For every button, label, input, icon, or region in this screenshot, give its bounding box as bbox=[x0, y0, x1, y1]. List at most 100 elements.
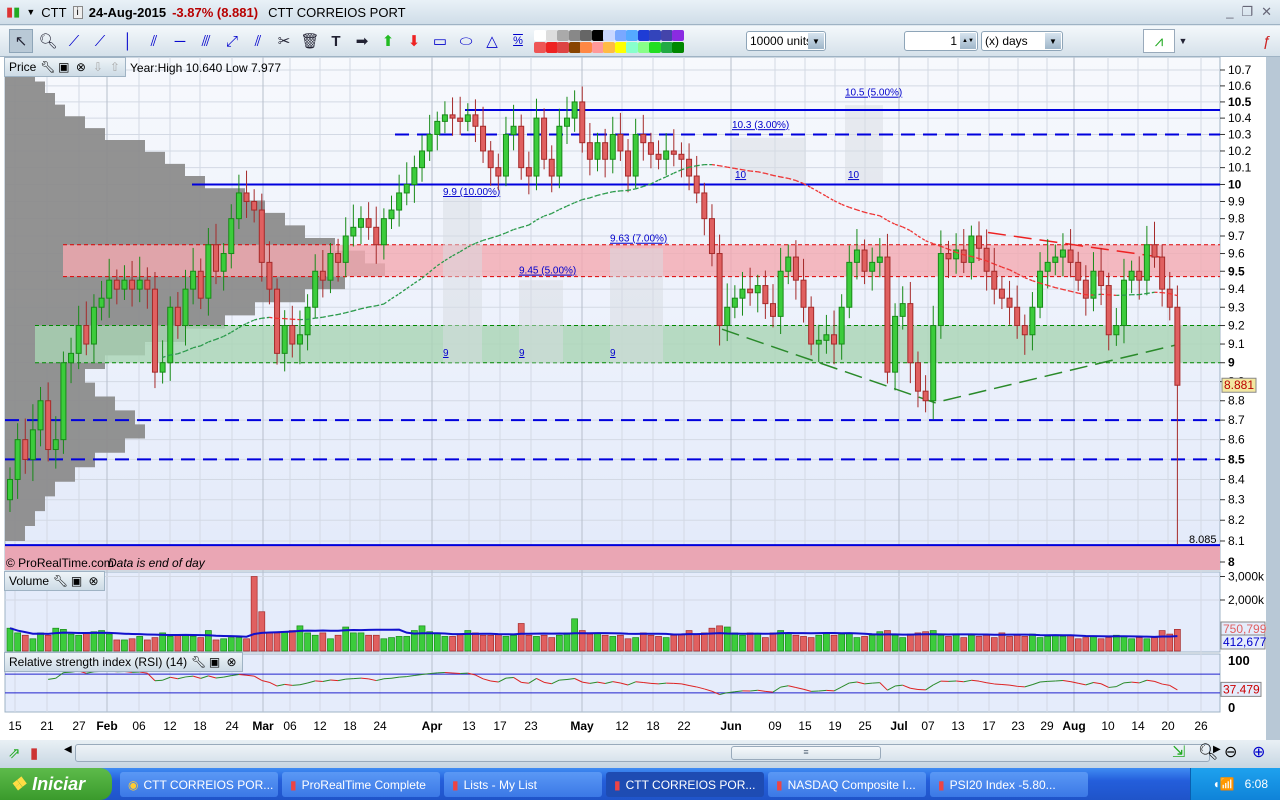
color-swatch[interactable] bbox=[545, 30, 558, 41]
color-swatch[interactable] bbox=[591, 42, 604, 53]
candlestick-icon[interactable]: ▮▮ bbox=[6, 4, 20, 20]
time-tick-label: 14 bbox=[1131, 719, 1145, 733]
color-swatch[interactable] bbox=[649, 42, 661, 53]
color-swatch[interactable] bbox=[672, 30, 684, 41]
color-swatch[interactable] bbox=[660, 42, 673, 53]
close-panel-icon[interactable]: ⊗ bbox=[87, 574, 100, 588]
symbol-label[interactable]: CTT bbox=[41, 5, 66, 20]
arrow-right-icon[interactable]: ➡ bbox=[350, 29, 374, 53]
taskbar-item[interactable]: ▮ NASDAQ Composite I... bbox=[768, 772, 926, 797]
arrow-up-icon[interactable]: ⬆ bbox=[376, 29, 400, 53]
color-swatch[interactable] bbox=[603, 30, 615, 41]
percent-tool-icon[interactable]: % bbox=[506, 29, 530, 53]
color-swatch[interactable] bbox=[568, 30, 581, 41]
color-swatch[interactable] bbox=[626, 42, 638, 53]
chevron-down-icon[interactable]: ▼ bbox=[1045, 33, 1061, 49]
color-swatch[interactable] bbox=[557, 30, 569, 41]
color-swatch[interactable] bbox=[534, 30, 546, 41]
fan-tool-icon[interactable]: ⫻ bbox=[194, 29, 218, 53]
vertical-line-icon[interactable]: │ bbox=[116, 29, 140, 53]
symbol-dropdown-icon[interactable]: ▼ bbox=[26, 7, 35, 17]
wrench-icon[interactable]: 🔧︎ bbox=[191, 655, 206, 669]
chart-area[interactable]: 10.7 10.6 10.5 10.4 10.3 10.2 10.1 10 9.9 9.8 9.7 9… bbox=[0, 56, 1280, 740]
time-tick-label: 27 bbox=[72, 719, 86, 733]
wrench-icon[interactable]: 🔧︎ bbox=[53, 574, 68, 588]
rectangle-tool-icon[interactable]: ▭ bbox=[428, 29, 452, 53]
units-select[interactable]: 10000 units ▼ bbox=[746, 31, 826, 51]
color-swatch[interactable] bbox=[557, 42, 569, 53]
color-swatch[interactable] bbox=[580, 30, 592, 41]
candle-style-icon[interactable]: ▮ bbox=[30, 744, 38, 762]
volume-bar bbox=[1029, 633, 1036, 652]
rsi-line-segment bbox=[444, 671, 453, 674]
restore-button[interactable]: ❐ bbox=[1241, 4, 1253, 20]
info-icon[interactable]: i bbox=[72, 5, 83, 19]
arrow-down-icon[interactable]: ⬇ bbox=[402, 29, 426, 53]
taskbar-item[interactable]: ▮ Lists - My List bbox=[444, 772, 602, 797]
channel-tool-icon[interactable]: ⫽ bbox=[142, 29, 166, 53]
color-swatch[interactable] bbox=[545, 42, 558, 53]
chart-type-icon[interactable]: ⇗ bbox=[8, 744, 21, 762]
color-swatch[interactable] bbox=[591, 30, 604, 41]
zoom-tool-icon[interactable]: 🔍︎ bbox=[36, 29, 60, 53]
taskbar-item[interactable]: ◉ CTT CORREIOS POR... bbox=[120, 772, 278, 797]
color-swatch[interactable] bbox=[660, 30, 673, 41]
color-swatch[interactable] bbox=[603, 42, 615, 53]
line-tool-icon[interactable]: ⟋ bbox=[88, 29, 112, 53]
period-unit-select[interactable]: (x) days ▼ bbox=[981, 31, 1063, 51]
candle-body bbox=[937, 253, 944, 327]
indicators-button-icon[interactable]: ⩘ bbox=[1143, 29, 1175, 53]
taskbar-item[interactable]: ▮ PSI20 Index -5.80... bbox=[930, 772, 1088, 797]
scrollbar-thumb[interactable]: ≡ bbox=[731, 746, 881, 760]
fibonacci-tool-icon[interactable]: ⤢ bbox=[220, 29, 244, 53]
color-swatch[interactable] bbox=[672, 42, 684, 53]
window-icon[interactable]: ▣ bbox=[57, 60, 70, 74]
color-swatch[interactable] bbox=[614, 30, 627, 41]
close-panel-icon[interactable]: ⊗ bbox=[225, 655, 238, 669]
text-tool-icon[interactable]: T bbox=[324, 29, 348, 53]
close-panel-icon[interactable]: ⊗ bbox=[74, 60, 87, 74]
color-swatch[interactable] bbox=[580, 42, 592, 53]
segment-tool-icon[interactable]: ⟋ bbox=[62, 29, 86, 53]
color-swatch[interactable] bbox=[626, 30, 638, 41]
zoom-out-icon[interactable]: ⊖ bbox=[1224, 742, 1237, 762]
parallel-tool-icon[interactable]: ⫽ bbox=[246, 29, 270, 53]
color-swatch[interactable] bbox=[649, 30, 661, 41]
color-swatch[interactable] bbox=[568, 42, 581, 53]
window-icon[interactable]: ▣ bbox=[208, 655, 221, 669]
start-button[interactable]: ❖ Iniciar bbox=[0, 768, 112, 800]
network-icon[interactable]: ◖📶 bbox=[1212, 777, 1234, 791]
minimize-button[interactable]: _ bbox=[1226, 4, 1233, 20]
properties-tool-icon[interactable]: ✂ bbox=[272, 29, 296, 53]
zoom-fit-icon[interactable]: 🔍︎ bbox=[1198, 742, 1218, 762]
pointer-tool-icon[interactable]: ↖ bbox=[9, 29, 33, 53]
autoscale-icon[interactable]: ⇲ bbox=[1172, 742, 1185, 762]
last-volume-label: 750,799 bbox=[1223, 622, 1267, 636]
chevron-down-icon[interactable]: ▼ bbox=[808, 33, 824, 49]
taskbar-item[interactable]: ▮ CTT CORREIOS POR... bbox=[606, 772, 764, 797]
candle-body bbox=[75, 325, 82, 354]
color-swatch[interactable] bbox=[637, 42, 650, 53]
close-button[interactable]: ✕ bbox=[1261, 4, 1272, 20]
move-up-icon[interactable]: ⇧ bbox=[108, 60, 121, 74]
move-down-icon[interactable]: ⇩ bbox=[91, 60, 104, 74]
color-swatch[interactable] bbox=[534, 42, 546, 53]
side-panel-toggle-icon[interactable]: ƒ bbox=[1255, 29, 1279, 53]
triangle-tool-icon[interactable]: △ bbox=[480, 29, 504, 53]
price-tick-label: 10 bbox=[1228, 177, 1242, 191]
chart-canvas[interactable]: 10.7 10.6 10.5 10.4 10.3 10.2 10.1 10 9.9 9.8 9.7 9… bbox=[0, 56, 1280, 740]
horizontal-scrollbar[interactable]: ≡ bbox=[75, 744, 1210, 762]
zoom-in-icon[interactable]: ⊕ bbox=[1252, 742, 1265, 762]
trash-icon[interactable]: 🗑︎ bbox=[298, 29, 322, 53]
wrench-icon[interactable]: 🔧︎ bbox=[40, 60, 55, 74]
taskbar-item[interactable]: ▮ ProRealTime Complete bbox=[282, 772, 440, 797]
color-swatch[interactable] bbox=[637, 30, 650, 41]
spinner-icon[interactable]: ▲▼ bbox=[960, 33, 976, 49]
period-value-stepper[interactable]: 1 ▲▼ bbox=[904, 31, 978, 51]
horizontal-line-icon[interactable]: ─ bbox=[168, 29, 192, 53]
indicators-dropdown-icon[interactable]: ▼ bbox=[1176, 29, 1190, 53]
color-swatch[interactable] bbox=[614, 42, 627, 53]
window-icon[interactable]: ▣ bbox=[70, 574, 83, 588]
scroll-left-icon[interactable]: ◀ bbox=[64, 744, 72, 755]
ellipse-tool-icon[interactable]: ⬭ bbox=[454, 29, 478, 53]
